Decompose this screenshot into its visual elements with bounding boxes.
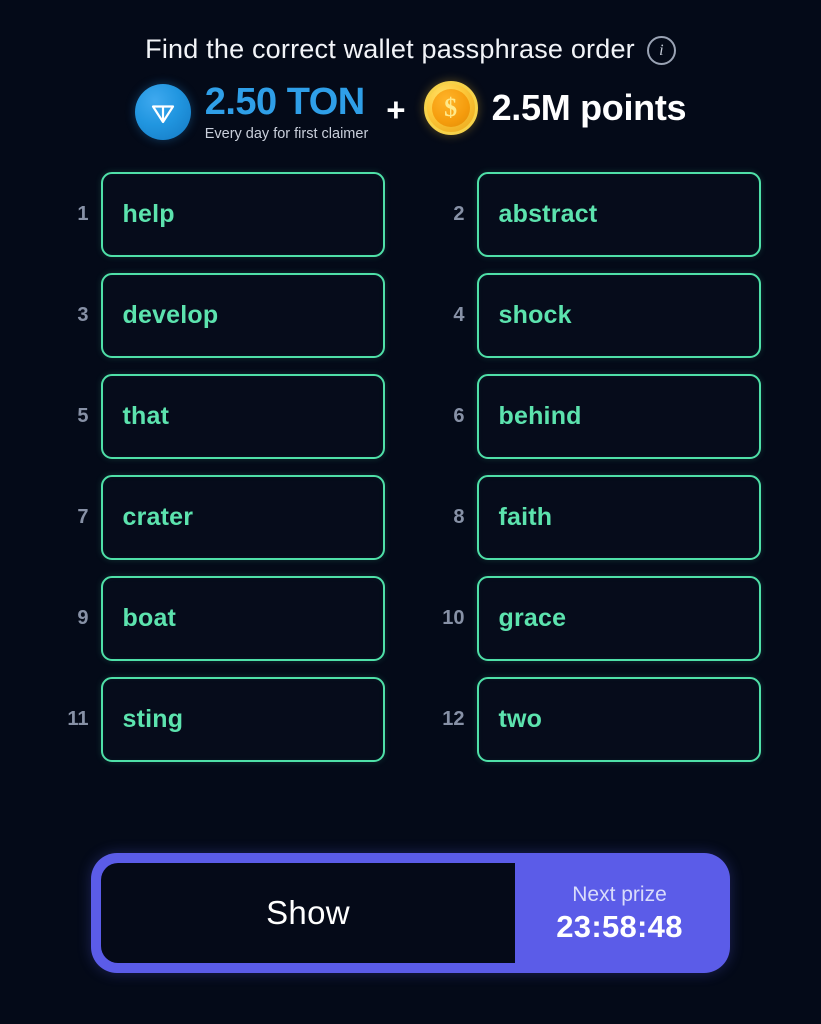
word-index: 4 — [453, 303, 465, 326]
points-reward: $ 2.5M points — [423, 81, 687, 135]
passphrase-cell: 3 develop — [61, 272, 385, 358]
passphrase-cell: 12 two — [437, 676, 761, 762]
wallet-passphrase-game-screen: Find the correct wallet passphrase order… — [0, 0, 821, 1024]
passphrase-cell: 11 sting — [61, 676, 385, 762]
dollar-coin-icon: $ — [423, 81, 478, 135]
word-index: 6 — [453, 404, 465, 427]
word-label: behind — [498, 401, 582, 430]
word-index: 7 — [77, 505, 89, 528]
word-label: that — [122, 401, 170, 430]
word-index: 12 — [442, 707, 465, 730]
next-prize-timer: 23:58:48 — [556, 908, 683, 944]
ton-amount: 2.50 TON — [204, 81, 366, 123]
word-label: abstract — [498, 199, 598, 228]
reward-banner: 2.50 TON Every day for first claimer + $… — [0, 81, 821, 142]
word-tile-10[interactable]: grace — [476, 575, 761, 661]
ton-coin-icon — [134, 84, 191, 141]
page-title: Find the correct wallet passphrase order — [145, 34, 635, 64]
word-tile-4[interactable]: shock — [476, 272, 761, 358]
passphrase-cell: 7 crater — [61, 474, 385, 560]
passphrase-cell: 4 shock — [437, 272, 761, 358]
ton-amount-wrap: 2.50 TON Every day for first claimer — [205, 83, 369, 142]
word-tile-11[interactable]: sting — [100, 676, 385, 762]
word-tile-2[interactable]: abstract — [476, 171, 761, 257]
word-index: 3 — [77, 303, 89, 326]
word-index: 8 — [453, 505, 465, 528]
passphrase-grid: 1 help 2 abstract 3 develop 4 shock 5 th… — [61, 171, 761, 762]
passphrase-cell: 9 boat — [61, 575, 385, 661]
passphrase-cell: 8 faith — [437, 474, 761, 560]
word-index: 11 — [67, 707, 89, 730]
next-prize-label: Next prize — [572, 882, 667, 906]
word-label: grace — [498, 603, 567, 632]
word-tile-9[interactable]: boat — [100, 575, 385, 661]
word-index: 10 — [442, 606, 465, 629]
passphrase-cell: 2 abstract — [437, 171, 761, 257]
word-tile-8[interactable]: faith — [476, 474, 761, 560]
ton-reward: 2.50 TON Every day for first claimer — [134, 83, 369, 142]
word-label: develop — [122, 300, 219, 329]
info-icon[interactable]: i — [646, 36, 676, 65]
word-label: help — [122, 199, 175, 228]
word-tile-7[interactable]: crater — [100, 474, 385, 560]
next-prize-block: Next prize 23:58:48 — [515, 853, 730, 973]
word-label: faith — [498, 502, 553, 531]
passphrase-cell: 5 that — [61, 373, 385, 459]
action-bar: Show Next prize 23:58:48 — [91, 853, 730, 973]
word-label: boat — [122, 603, 177, 632]
word-index: 2 — [453, 202, 465, 225]
word-tile-1[interactable]: help — [100, 171, 385, 257]
word-label: sting — [122, 704, 184, 733]
show-button[interactable]: Show — [101, 863, 515, 963]
word-label: crater — [122, 502, 194, 531]
word-label: shock — [498, 300, 572, 329]
word-index: 9 — [77, 606, 89, 629]
word-index: 5 — [77, 404, 89, 427]
word-index: 1 — [77, 202, 89, 225]
passphrase-cell: 10 grace — [437, 575, 761, 661]
passphrase-cell: 6 behind — [437, 373, 761, 459]
passphrase-cell: 1 help — [61, 171, 385, 257]
header: Find the correct wallet passphrase order… — [0, 0, 821, 65]
points-amount: 2.5M points — [491, 87, 687, 128]
word-tile-3[interactable]: develop — [100, 272, 385, 358]
word-tile-5[interactable]: that — [100, 373, 385, 459]
word-tile-6[interactable]: behind — [476, 373, 761, 459]
word-tile-12[interactable]: two — [476, 676, 761, 762]
ton-subtitle: Every day for first claimer — [204, 126, 369, 142]
word-label: two — [498, 704, 543, 733]
plus-separator: + — [386, 91, 406, 128]
dollar-sign-glyph: $ — [431, 89, 470, 127]
